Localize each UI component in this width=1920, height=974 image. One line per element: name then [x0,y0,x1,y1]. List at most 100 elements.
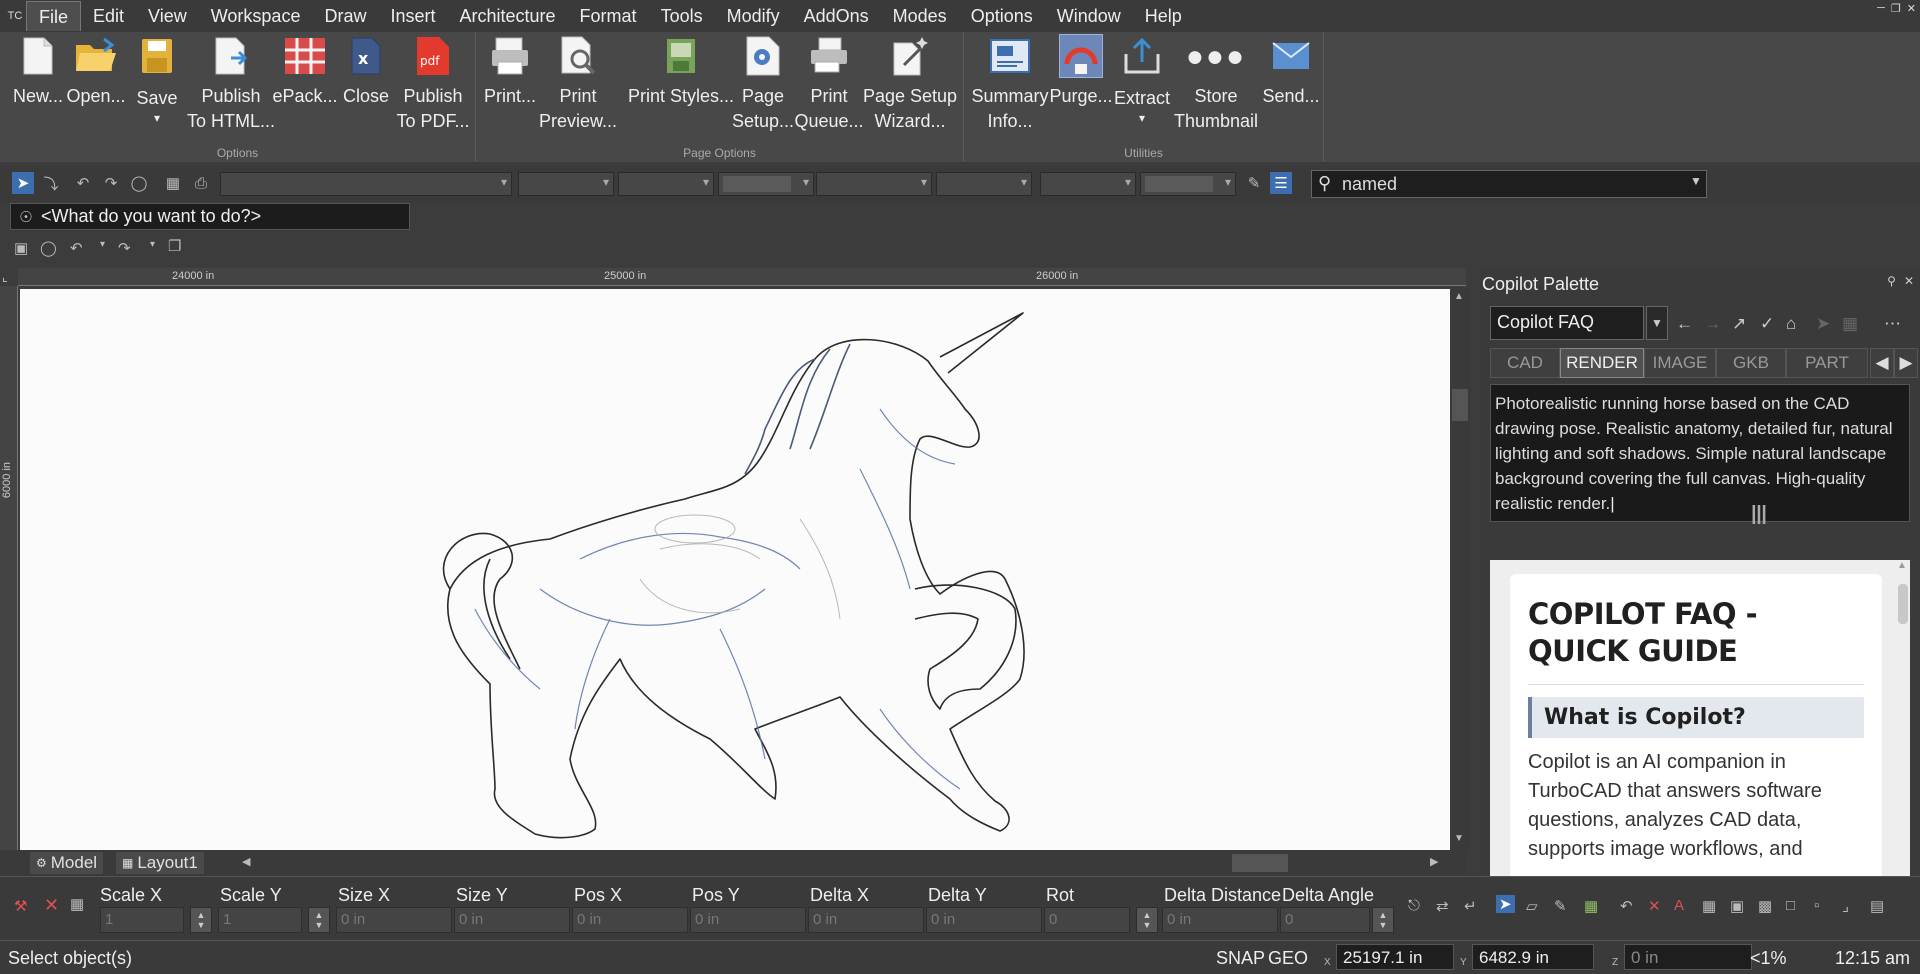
scale-y-stepper[interactable]: ▲ ▼ [308,907,330,933]
summary-info-button[interactable]: Summary Info... [970,34,1050,134]
store-thumbnail-button[interactable]: ●●● Store Thumbnail [1172,34,1260,134]
stretch-tool-icon[interactable]: □ [1786,897,1795,914]
size-x-input[interactable]: 0 in [336,907,452,933]
save-button[interactable]: Save ▾ [132,34,182,125]
publish-html-button[interactable]: Publish To HTML... [186,34,276,134]
select-arrow-icon[interactable]: ➤ [12,172,34,194]
undo-dropdown-icon[interactable]: ▾ [100,239,105,250]
delta-distance-input[interactable]: 0 in [1162,907,1278,933]
fit-tool-icon[interactable]: ▣ [1730,897,1744,915]
scroll-up-icon[interactable]: ▲ [1454,291,1464,302]
tab-image[interactable]: IMAGE [1644,348,1716,378]
undo-tool-icon[interactable]: ↶ [1620,897,1633,915]
save-small-icon[interactable]: ▣ [14,239,28,257]
select-mode-icon[interactable]: ➤ [1496,895,1515,913]
delta-angle-stepper[interactable]: ▲ ▼ [1372,907,1394,933]
publish-pdf-button[interactable]: pdf Publish To PDF... [394,34,472,134]
open-button[interactable]: Open... [66,34,126,109]
layer-combo[interactable] [220,172,512,196]
page-setup-wizard-button[interactable]: Page Setup Wizard... [862,34,958,134]
lasso-small-icon[interactable]: ◯ [40,239,57,257]
checklist-icon[interactable]: ✓ [1760,314,1774,334]
menu-architecture[interactable]: Architecture [448,1,568,31]
lasso-icon[interactable]: ◯ [128,172,150,194]
scroll-down-icon[interactable]: ▼ [1454,833,1464,844]
menu-help[interactable]: Help [1133,1,1194,31]
menu-modify[interactable]: Modify [715,1,792,31]
palette-mode-select[interactable]: Copilot FAQ [1490,306,1644,340]
edit-points-icon[interactable]: ✎ [1554,897,1567,915]
drawing-canvas[interactable] [20,289,1450,850]
tab-scroll-right-icon[interactable]: ▶ [1894,348,1918,378]
menu-addons[interactable]: AddOns [792,1,881,31]
print-queue-button[interactable]: Print Queue... [792,34,866,134]
render-prompt-textarea[interactable]: Photorealistic running horse based on th… [1490,384,1910,522]
tab-model[interactable]: ⚙ Model [30,852,104,874]
scroll-thumb[interactable] [1452,389,1468,421]
delta-y-input[interactable]: 0 in [926,907,1042,933]
grid-tool-icon[interactable]: ▩ [1758,897,1772,915]
array-tool-icon[interactable]: ▦ [1702,897,1716,915]
copy-window-icon[interactable]: ❐ [168,237,181,255]
menu-options[interactable]: Options [959,1,1045,31]
zoom-level[interactable]: <1% [1750,948,1787,969]
search-input[interactable]: ⚲ named [1311,170,1707,198]
menu-tools[interactable]: Tools [649,1,715,31]
transparency-combo[interactable] [1140,172,1236,196]
scroll-left-icon[interactable]: ◀ [242,855,250,868]
tab-part[interactable]: PART [1786,348,1868,378]
tab-gkb[interactable]: GKB [1716,348,1786,378]
print-styles-button[interactable]: Print Styles... [626,34,736,109]
delta-x-input[interactable]: 0 in [808,907,924,933]
close-icon[interactable]: ✕ [1907,2,1916,15]
scroll-right-icon[interactable]: ▶ [1430,855,1438,868]
close-icon[interactable]: ✕ [1904,274,1914,288]
rotation-input[interactable]: 0 [1044,907,1130,933]
size-y-input[interactable]: 0 in [454,907,570,933]
select-inside-icon[interactable]: ▱ [1526,897,1538,915]
tab-layout1[interactable]: ▦ Layout1 [116,852,204,874]
epack-button[interactable]: ePack... [272,34,338,109]
pencil-icon[interactable]: ✎ [1243,172,1265,194]
explode-tool-icon[interactable]: ▤ [1870,897,1884,915]
horizontal-scroll-thumb[interactable] [1232,854,1288,872]
layer-select-icon[interactable]: ▦ [1584,897,1598,915]
fill-color-combo[interactable] [718,172,814,196]
tab-cad[interactable]: CAD [1490,348,1560,378]
printer-small-icon[interactable]: ⎙ [190,172,212,194]
menu-edit[interactable]: Edit [81,1,136,31]
scale-tool-icon[interactable]: ▫ [1814,897,1819,914]
rotation-stepper[interactable]: ▲ ▼ [1136,907,1158,933]
new-button[interactable]: New... [10,34,66,109]
search-dropdown-icon[interactable]: ▼ [1690,174,1702,188]
more-icon[interactable]: ⋯ [1884,314,1901,334]
send-button[interactable]: Send... [1262,34,1320,109]
tab-scroll-left-icon[interactable]: ◀ [1870,348,1894,378]
modify-tool-icon[interactable]: ⎋ [1408,897,1420,914]
pen-style-combo[interactable] [618,172,714,196]
chevron-down-icon[interactable]: ▼ [1646,306,1668,340]
redo-small-icon[interactable]: ↷ [118,239,131,257]
scroll-up-icon[interactable]: ▲ [1897,560,1907,571]
trim-tool-icon[interactable]: ✕ [1648,897,1661,915]
redo-dropdown-icon[interactable]: ▾ [150,239,155,250]
canvas-vertical-scrollbar[interactable]: ▲ ▼ [1450,289,1470,850]
undo-small-icon[interactable]: ↶ [70,239,83,257]
menu-view[interactable]: View [136,1,199,31]
undo-icon[interactable]: ↶ [72,172,94,194]
minimize-icon[interactable]: ─ [1877,2,1885,15]
delta-angle-input[interactable]: 0 [1280,907,1370,933]
scale-x-input[interactable]: 1 [100,907,184,933]
back-icon[interactable]: ← [1676,314,1693,334]
menu-workspace[interactable]: Workspace [199,1,313,31]
page-setup-button[interactable]: Page Setup... [732,34,794,134]
transform-tool-icon[interactable]: ⇄ [1436,897,1449,915]
print-button[interactable]: Print... [484,34,536,109]
brush-combo[interactable] [1040,172,1136,196]
snap-toggle[interactable]: SNAP [1216,948,1265,969]
menu-draw[interactable]: Draw [312,1,378,31]
y-coordinate-field[interactable]: 6482.9 in [1472,944,1594,970]
scale-x-stepper[interactable]: ▲ ▼ [190,907,212,933]
scale-y-input[interactable]: 1 [218,907,302,933]
pos-y-input[interactable]: 0 in [690,907,806,933]
